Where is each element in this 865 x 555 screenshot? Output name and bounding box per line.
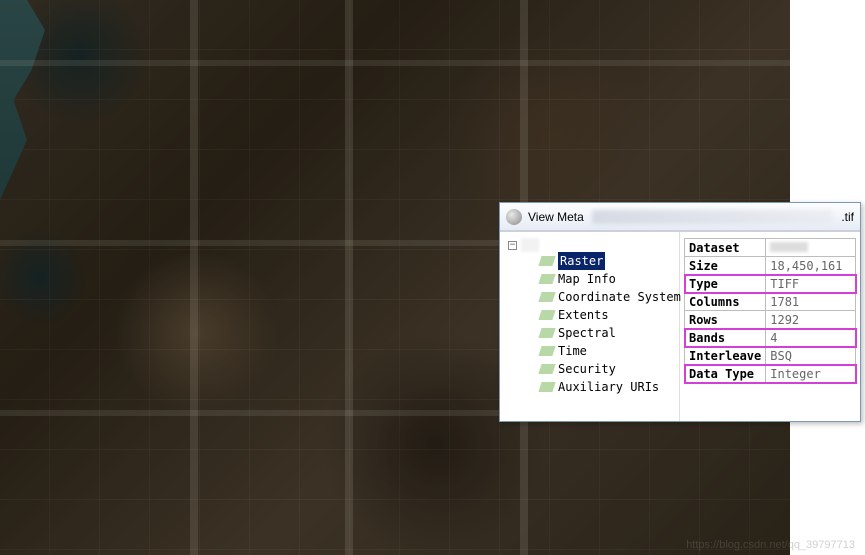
file-icon [521,238,539,252]
property-row-bands[interactable]: Bands4 [685,329,856,347]
properties-pane: DatasetSize18,450,161TypeTIFFColumns1781… [680,232,860,421]
tag-icon [538,382,555,392]
title-redacted [592,210,834,224]
tree-item-label: Map Info [558,270,616,288]
tag-icon [538,328,555,338]
tree-item-label: Extents [558,306,609,324]
tree-item-label: Security [558,360,616,378]
property-value: 4 [766,329,856,347]
property-row-data-type[interactable]: Data TypeInteger [685,365,856,383]
road [0,60,790,66]
tag-icon [538,364,555,374]
property-key: Data Type [685,365,766,383]
tree-item-label: Coordinate System [558,288,681,306]
dialog-titlebar[interactable]: View Meta .tif [500,203,860,231]
property-row-interleave[interactable]: InterleaveBSQ [685,347,856,365]
tree-item-map-info[interactable]: Map Info [504,270,675,288]
tree-item-label: Raster [558,252,605,270]
property-value: 1292 [766,311,856,329]
tree-item-coordinate-system[interactable]: Coordinate System [504,288,675,306]
tree-item-label: Time [558,342,587,360]
tree-item-security[interactable]: Security [504,360,675,378]
property-value: 1781 [766,293,856,311]
property-key: Columns [685,293,766,311]
app-icon [506,209,522,225]
dialog-title-prefix: View Meta [528,210,584,224]
property-value: TIFF [766,275,856,293]
road [190,0,198,555]
property-row-rows[interactable]: Rows1292 [685,311,856,329]
value-redacted [770,242,808,252]
tree-item-extents[interactable]: Extents [504,306,675,324]
property-key: Dataset [685,239,766,257]
watermark: https://blog.csdn.net/qq_39797713 [686,539,855,551]
property-row-dataset[interactable]: Dataset [685,239,856,257]
tree-pane[interactable]: − RasterMap InfoCoordinate SystemExtents… [500,232,680,421]
tree-item-raster[interactable]: Raster [504,252,675,270]
tree-item-time[interactable]: Time [504,342,675,360]
tag-icon [538,346,555,356]
collapse-icon[interactable]: − [508,241,517,250]
property-row-size[interactable]: Size18,450,161 [685,257,856,275]
properties-table: DatasetSize18,450,161TypeTIFFColumns1781… [684,238,856,383]
tag-icon [538,292,555,302]
property-row-type[interactable]: TypeTIFF [685,275,856,293]
property-value [766,239,856,257]
tree-item-auxiliary-uris[interactable]: Auxiliary URIs [504,378,675,396]
property-key: Rows [685,311,766,329]
property-key: Type [685,275,766,293]
property-key: Interleave [685,347,766,365]
road [345,0,353,555]
river-feature [0,0,45,200]
tree-root[interactable]: − [504,238,675,252]
tag-icon [538,310,555,320]
dialog-title-suffix: .tif [841,210,854,224]
tree-item-spectral[interactable]: Spectral [504,324,675,342]
property-row-columns[interactable]: Columns1781 [685,293,856,311]
property-value: Integer [766,365,856,383]
property-key: Size [685,257,766,275]
tree-item-label: Auxiliary URIs [558,378,659,396]
property-key: Bands [685,329,766,347]
tree-item-label: Spectral [558,324,616,342]
tag-icon [538,256,555,266]
metadata-dialog: View Meta .tif − RasterMap InfoCoordinat… [499,202,861,422]
property-value: 18,450,161 [766,257,856,275]
property-value: BSQ [766,347,856,365]
tag-icon [538,274,555,284]
